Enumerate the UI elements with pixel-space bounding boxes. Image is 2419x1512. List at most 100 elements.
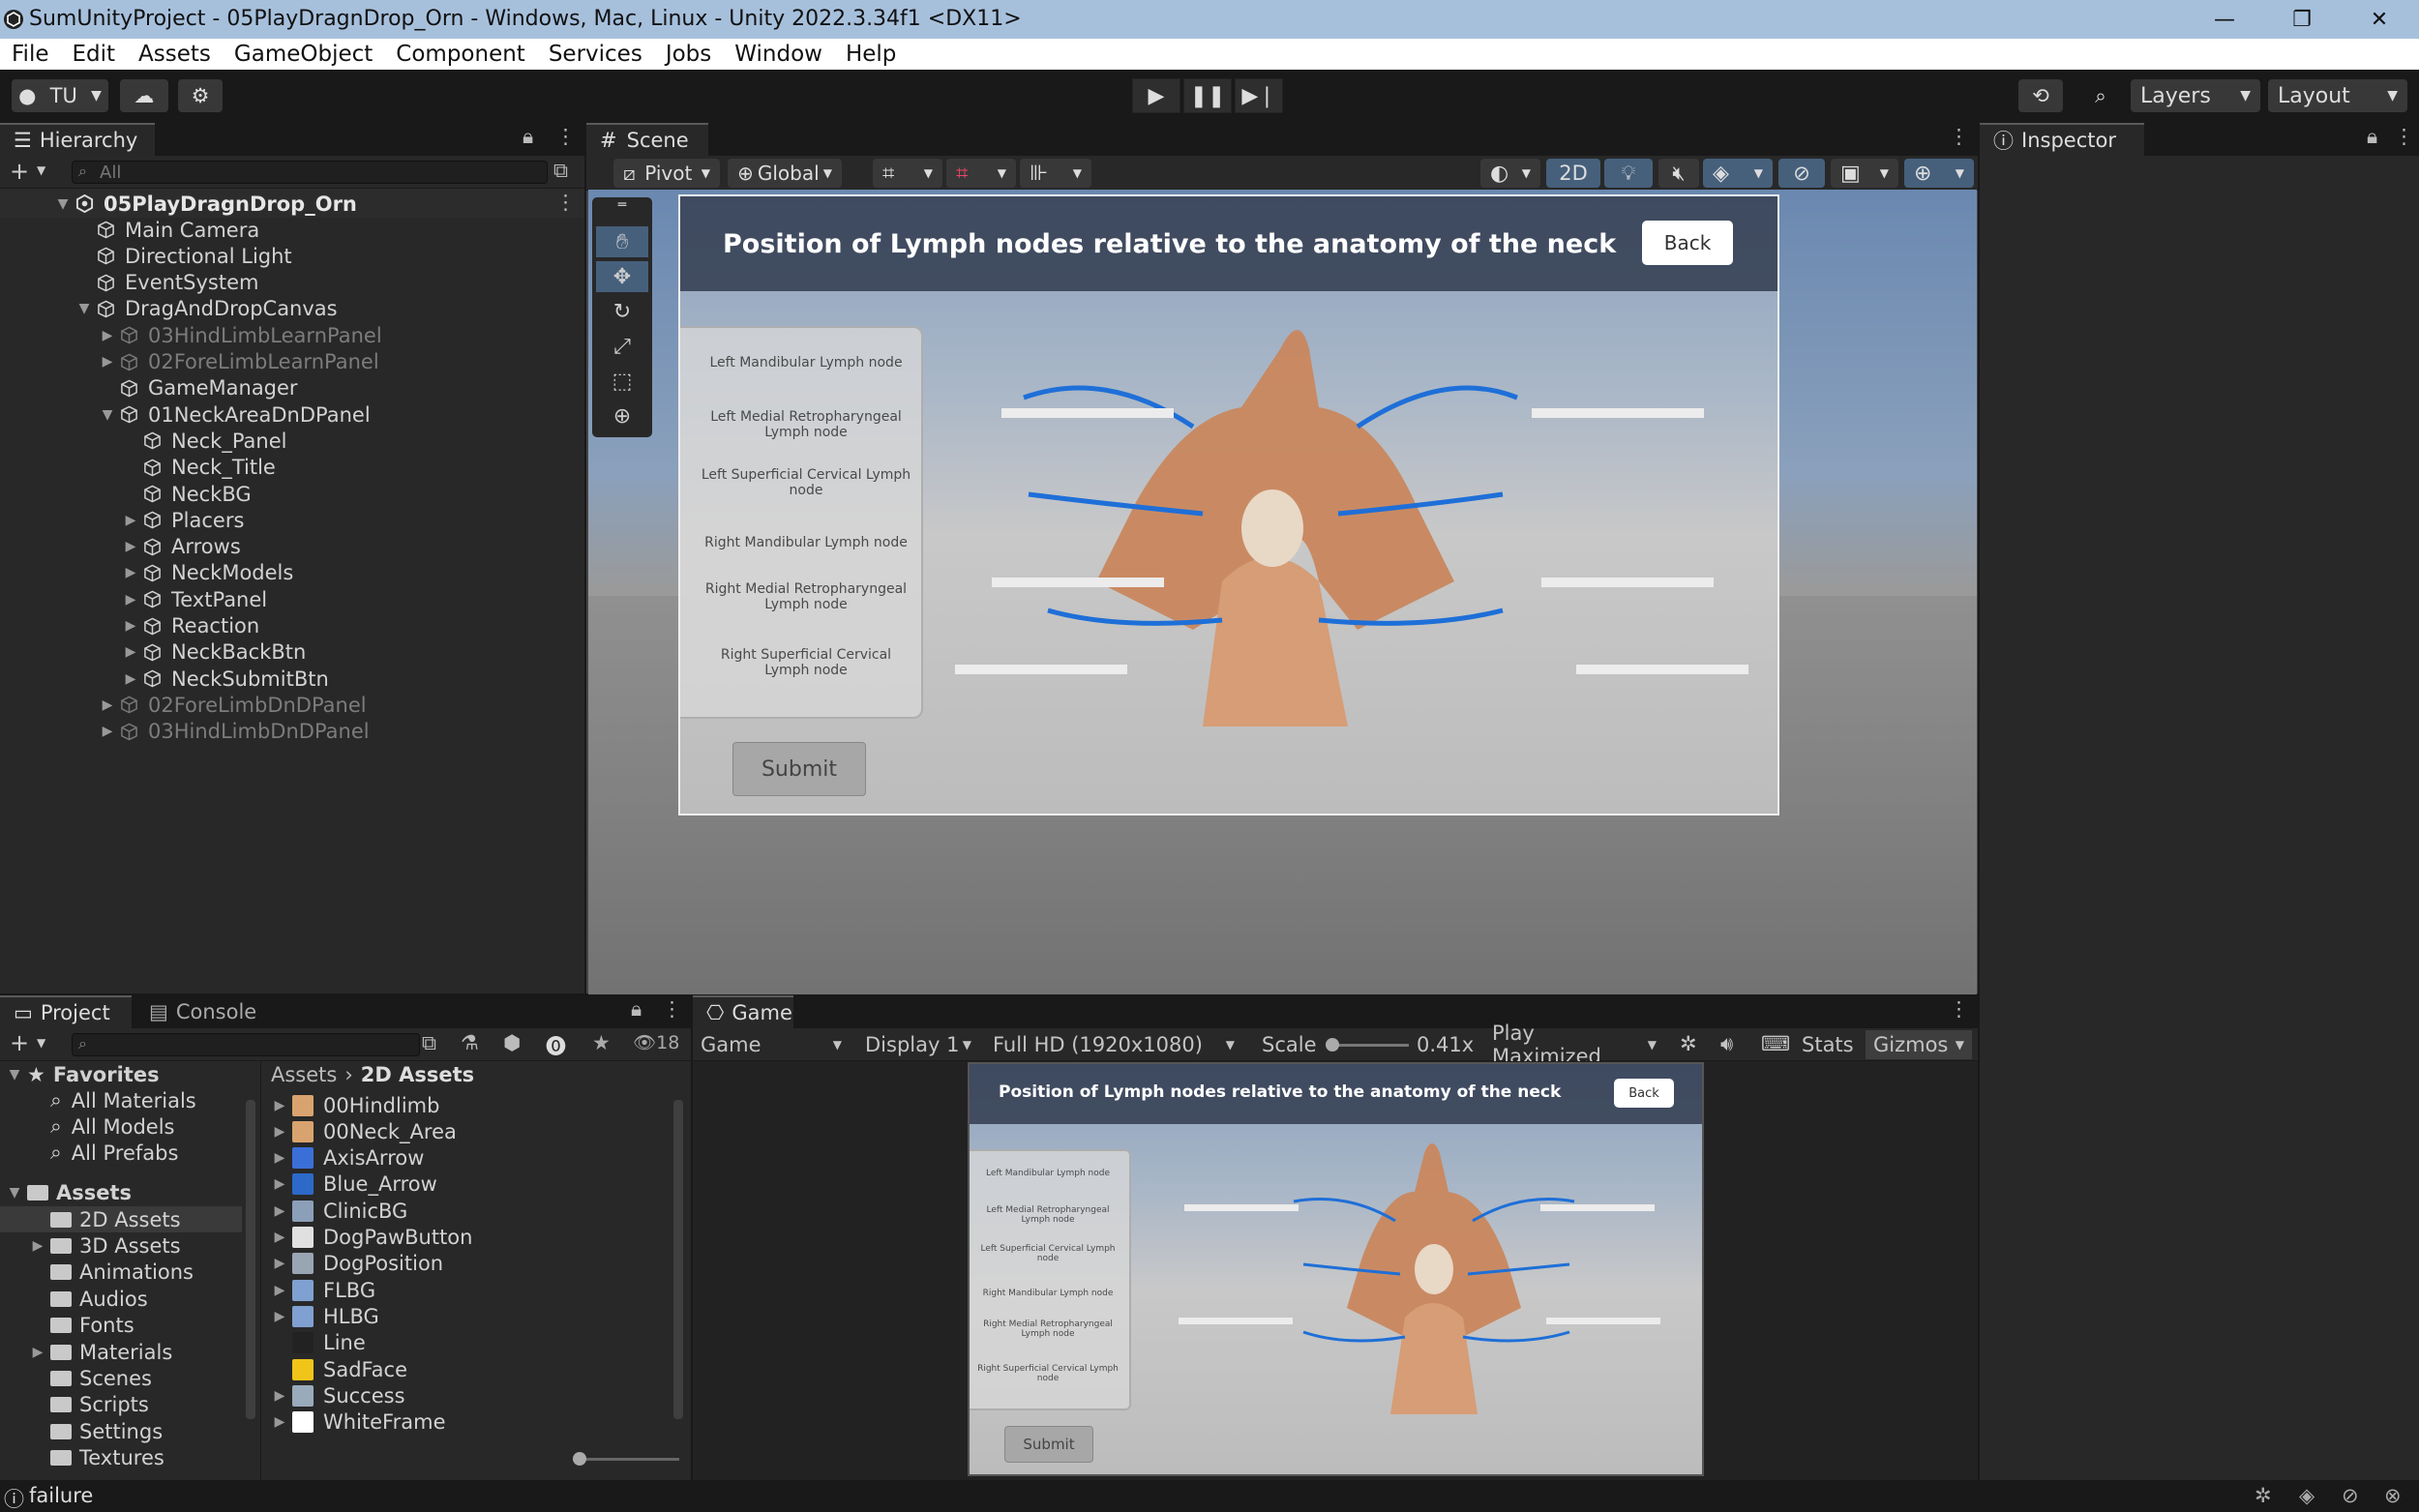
keyboard-icon[interactable]: ⌨ — [1761, 1032, 1790, 1055]
game-label-right-mandibular[interactable]: Right Mandibular Lymph node — [977, 1289, 1119, 1298]
asset-file-item[interactable]: ▶ Blue_Arrow — [271, 1171, 437, 1198]
search-by-type-icon[interactable]: ⧉ — [422, 1031, 436, 1055]
game-drop-slot[interactable] — [1546, 1318, 1660, 1324]
menu-services[interactable]: Services — [549, 42, 642, 67]
expand-arrow-icon[interactable]: ▶ — [271, 1098, 288, 1113]
drop-slot[interactable] — [1576, 665, 1748, 674]
asset-folder-item[interactable]: Animations — [29, 1260, 194, 1286]
expand-arrow-icon[interactable]: ▶ — [122, 565, 139, 580]
game-ui-canvas[interactable]: Position of Lymph nodes relative to the … — [968, 1062, 1704, 1476]
expand-arrow-icon[interactable]: ▶ — [122, 671, 139, 687]
hierarchy-item[interactable]: ▼ DragAndDropCanvas — [75, 296, 338, 322]
more-menu-icon[interactable]: ⋮ — [662, 997, 682, 1021]
tab-scene[interactable]: # Scene — [586, 123, 708, 156]
hierarchy-item[interactable]: Directional Light — [75, 243, 292, 269]
menu-gameobject[interactable]: GameObject — [234, 42, 373, 67]
asset-folder-item[interactable]: Fonts — [29, 1313, 134, 1339]
maximize-button[interactable]: ❐ — [2264, 0, 2340, 39]
scene-more-icon[interactable]: ⋮ — [555, 191, 576, 214]
pause-button[interactable]: ❚❚ — [1183, 78, 1232, 113]
canvas-back-button[interactable]: Back — [1642, 221, 1733, 265]
rect-tool-button[interactable]: ⬚ — [596, 366, 648, 397]
lighting-toggle-button[interactable]: 💡︎ — [1604, 159, 1653, 188]
gizmos-button[interactable]: Gizmos ▼ — [1866, 1030, 1972, 1059]
status-message[interactable]: failure — [29, 1484, 93, 1507]
play-button[interactable]: ▶ — [1132, 78, 1180, 113]
expand-arrow-icon[interactable]: ▼ — [54, 196, 72, 212]
game-mode-dropdown[interactable]: Game ▼ — [701, 1030, 850, 1059]
game-label-left-medial-retropharyngeal[interactable]: Left Medial Retropharyngeal Lymph node — [977, 1205, 1119, 1225]
hierarchy-item[interactable]: ▶ 03HindLimbLearnPanel — [99, 322, 382, 348]
search-button[interactable]: ⌕ — [2078, 79, 2123, 112]
expand-arrow-icon[interactable]: ▶ — [271, 1414, 288, 1430]
tab-inspector[interactable]: ⓘ Inspector — [1980, 123, 2144, 156]
hierarchy-item[interactable]: NeckBG — [122, 481, 252, 507]
expand-arrow-icon[interactable]: ▶ — [271, 1203, 288, 1219]
scene-visibility-icon[interactable]: ⧉ — [553, 159, 568, 183]
play-mode-dropdown[interactable]: Play Maximized ▼ — [1484, 1022, 1664, 1068]
expand-arrow-icon[interactable]: ▶ — [122, 539, 139, 554]
icon-size-slider-thumb[interactable] — [573, 1452, 586, 1466]
asset-file-item[interactable]: Line — [271, 1330, 366, 1356]
bug-icon[interactable]: ✲ — [1680, 1032, 1697, 1055]
hierarchy-item[interactable]: ▶ Placers — [122, 507, 245, 533]
hierarchy-item[interactable]: ▶ Arrows — [122, 534, 241, 560]
expand-arrow-icon[interactable]: ▼ — [6, 1067, 23, 1082]
expand-arrow-icon[interactable]: ▶ — [271, 1150, 288, 1166]
expand-arrow-icon[interactable]: ▶ — [29, 1345, 46, 1360]
stats-button[interactable]: Stats — [1802, 1033, 1854, 1056]
label-right-superficial-cervical[interactable]: Right Superficial Cervical Lymph node — [700, 647, 912, 678]
tree-scrollbar[interactable] — [246, 1100, 255, 1419]
tab-project[interactable]: ▭ Project — [0, 995, 132, 1028]
breadcrumb-root[interactable]: Assets — [271, 1063, 337, 1086]
rotate-tool-button[interactable]: ↻ — [596, 296, 648, 327]
favorite-item[interactable]: ⌕ All Materials — [50, 1087, 196, 1113]
expand-arrow-icon[interactable]: ▶ — [99, 328, 116, 343]
asset-folder-item[interactable]: Audios — [29, 1286, 148, 1312]
label-right-mandibular[interactable]: Right Mandibular Lymph node — [700, 535, 912, 550]
scale-slider[interactable] — [1331, 1044, 1409, 1047]
expand-arrow-icon[interactable]: ▶ — [271, 1388, 288, 1404]
favorite-item[interactable]: ⌕ All Models — [50, 1113, 174, 1140]
hierarchy-item[interactable]: Neck_Panel — [122, 428, 287, 454]
tab-game[interactable]: ⎔ Game — [693, 995, 793, 1028]
layers-dropdown[interactable]: Layers ▼ — [2131, 79, 2260, 112]
drag-handle-icon[interactable]: ═ — [596, 197, 648, 213]
game-back-button[interactable]: Back — [1614, 1079, 1674, 1108]
hierarchy-item[interactable]: ▶ NeckModels — [122, 560, 294, 586]
expand-arrow-icon[interactable]: ▶ — [99, 354, 116, 370]
collab-button[interactable]: ⚙ — [178, 79, 223, 112]
expand-arrow-icon[interactable]: ▶ — [29, 1238, 46, 1254]
effects-button[interactable]: ◈ ▼ — [1703, 159, 1773, 188]
asset-file-item[interactable]: ▶ AxisArrow — [271, 1145, 425, 1171]
transform-tool-button[interactable]: ⊕ — [596, 400, 648, 431]
icon-size-slider[interactable] — [573, 1458, 679, 1461]
drop-slot[interactable] — [1532, 408, 1704, 418]
game-label-left-mandibular[interactable]: Left Mandibular Lymph node — [977, 1169, 1119, 1178]
canvas-submit-button[interactable]: Submit — [732, 742, 866, 796]
label-right-medial-retropharyngeal[interactable]: Right Medial Retropharyngeal Lymph node — [700, 581, 912, 612]
draw-mode-button[interactable]: ◐ ▼ — [1480, 159, 1540, 188]
asset-folder-item[interactable]: Scenes — [29, 1365, 152, 1391]
asset-file-item[interactable]: ▶ FLBG — [271, 1277, 375, 1303]
filter-type-icon[interactable]: ⚗ — [461, 1031, 479, 1054]
hierarchy-item[interactable]: ▶ Reaction — [122, 613, 260, 639]
grid-snap-button[interactable]: ⌗ ▼ — [873, 159, 942, 188]
expand-arrow-icon[interactable]: ▶ — [122, 618, 139, 634]
lock-icon[interactable]: 🔒︎ — [2367, 125, 2377, 149]
menu-jobs[interactable]: Jobs — [666, 42, 711, 67]
expand-arrow-icon[interactable]: ▶ — [271, 1230, 288, 1245]
assets-header[interactable]: ▼ Assets — [6, 1179, 132, 1205]
hierarchy-item[interactable]: Neck_Title — [122, 455, 276, 481]
layout-dropdown[interactable]: Layout ▼ — [2268, 79, 2407, 112]
label-left-medial-retropharyngeal[interactable]: Left Medial Retropharyngeal Lymph node — [700, 409, 912, 440]
hierarchy-item[interactable]: ▶ 03HindLimbDnDPanel — [99, 719, 370, 745]
hierarchy-item[interactable]: GameManager — [99, 375, 298, 401]
pivot-dropdown[interactable]: ⧄ Pivot ▼ — [613, 159, 720, 188]
game-label-left-superficial-cervical[interactable]: Left Superficial Cervical Lymph node — [977, 1244, 1119, 1263]
drop-slot[interactable] — [955, 665, 1127, 674]
expand-arrow-icon[interactable]: ▶ — [122, 644, 139, 660]
hierarchy-item[interactable]: ▶ TextPanel — [122, 586, 268, 612]
asset-folder-item[interactable]: Textures — [29, 1445, 164, 1471]
menu-help[interactable]: Help — [846, 42, 896, 67]
